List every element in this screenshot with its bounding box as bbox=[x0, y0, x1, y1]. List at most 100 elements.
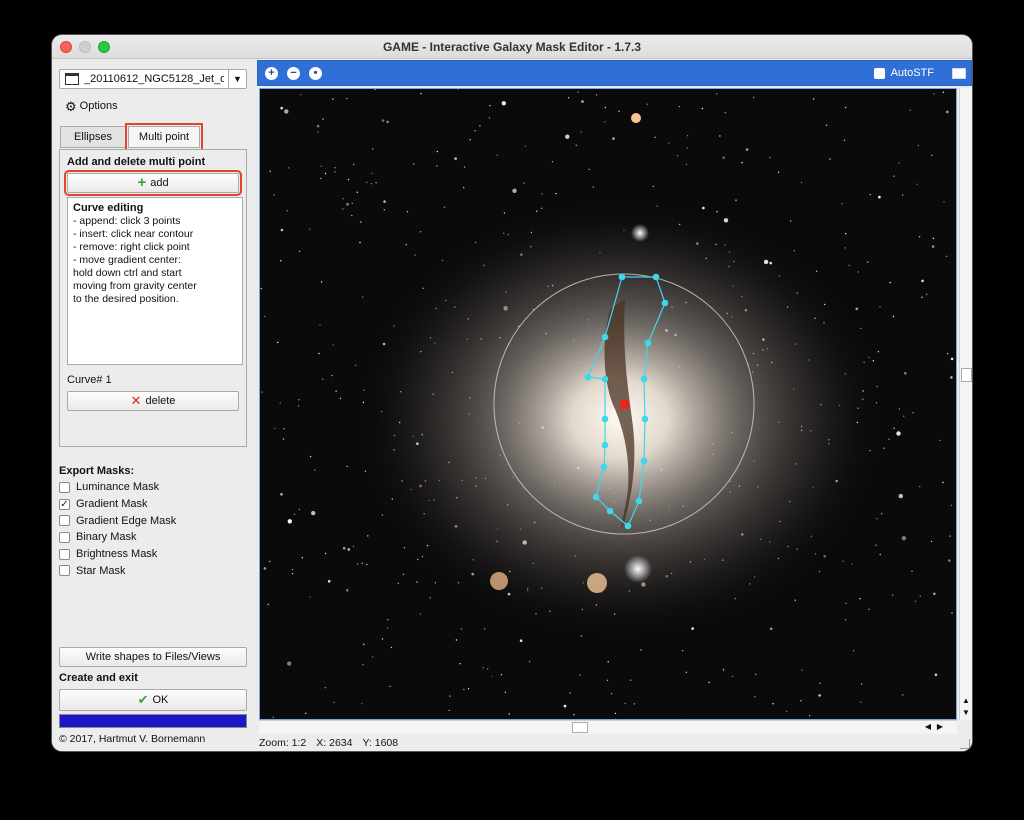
contour-control-point[interactable] bbox=[601, 333, 609, 341]
contour-control-point[interactable] bbox=[601, 441, 609, 449]
star bbox=[331, 374, 333, 377]
tab-multi-point[interactable]: Multi point bbox=[125, 123, 203, 151]
contour-control-point[interactable] bbox=[606, 507, 614, 515]
mask-option-luminance[interactable]: Luminance Mask bbox=[59, 479, 176, 496]
galaxy-image[interactable] bbox=[260, 89, 957, 720]
contour-control-point[interactable] bbox=[652, 273, 660, 281]
add-button[interactable]: + add bbox=[64, 170, 242, 196]
checkbox[interactable] bbox=[59, 548, 70, 560]
mask-option-binary[interactable]: Binary Mask bbox=[59, 529, 176, 546]
control-panel: _20110612_NGC5128_Jet_do ▼ ⚙ Options Ell… bbox=[52, 60, 256, 751]
star bbox=[752, 96, 755, 99]
contour-control-point[interactable] bbox=[644, 339, 652, 347]
image-selector[interactable]: _20110612_NGC5128_Jet_do ▼ bbox=[59, 69, 247, 89]
checkbox[interactable]: ✓ bbox=[59, 498, 70, 510]
window-icon bbox=[65, 73, 79, 85]
mask-option-gradient-edge[interactable]: Gradient Edge Mask bbox=[59, 512, 176, 529]
contour-control-point[interactable] bbox=[640, 457, 648, 465]
scroll-down-icon[interactable]: ▼ bbox=[962, 708, 970, 717]
star bbox=[284, 109, 289, 114]
star bbox=[808, 714, 811, 717]
scroll-right-icon[interactable]: ▶ bbox=[937, 722, 943, 731]
zoom-in-icon[interactable]: + bbox=[265, 67, 278, 80]
contour-control-point[interactable] bbox=[601, 415, 609, 423]
star bbox=[264, 315, 266, 318]
star bbox=[333, 701, 335, 704]
star bbox=[443, 206, 446, 208]
tab-ellipses[interactable]: Ellipses bbox=[60, 126, 126, 148]
vertical-scroll-thumb[interactable] bbox=[961, 368, 972, 382]
ok-button[interactable]: ✔ OK bbox=[59, 689, 247, 711]
window-mode-icon[interactable] bbox=[952, 68, 966, 79]
mask-option-star[interactable]: Star Mask bbox=[59, 562, 176, 579]
star bbox=[356, 563, 359, 565]
resize-grip[interactable] bbox=[960, 739, 970, 749]
vertical-scrollbar[interactable]: ▲ ▼ bbox=[959, 88, 972, 720]
star bbox=[282, 438, 285, 440]
star bbox=[463, 186, 465, 189]
zoom-fit-icon[interactable]: • bbox=[309, 67, 322, 80]
mask-option-gradient[interactable]: ✓ Gradient Mask bbox=[59, 496, 176, 513]
star bbox=[769, 156, 771, 159]
export-mask-list: Luminance Mask ✓ Gradient Mask Gradient … bbox=[59, 479, 176, 579]
star bbox=[878, 195, 881, 199]
help-line: - insert: click near contour bbox=[73, 228, 194, 240]
star bbox=[860, 683, 863, 685]
gradient-center-marker[interactable] bbox=[620, 400, 629, 409]
contour-control-point[interactable] bbox=[584, 373, 592, 381]
delete-button[interactable]: ✕ delete bbox=[67, 391, 239, 411]
checkbox[interactable] bbox=[59, 565, 70, 577]
star bbox=[261, 391, 263, 393]
star bbox=[573, 714, 575, 716]
contour-control-point[interactable] bbox=[600, 463, 608, 471]
star bbox=[372, 148, 374, 150]
star bbox=[933, 93, 935, 95]
checkbox[interactable] bbox=[59, 531, 70, 543]
contour-control-point[interactable] bbox=[624, 522, 632, 530]
star bbox=[843, 139, 846, 141]
star bbox=[386, 627, 389, 629]
star bbox=[790, 220, 792, 222]
star bbox=[844, 247, 846, 249]
scroll-up-icon[interactable]: ▲ bbox=[962, 696, 970, 705]
star bbox=[459, 663, 461, 665]
contour-control-point[interactable] bbox=[635, 497, 643, 505]
star bbox=[772, 703, 774, 705]
autostf-checkbox[interactable] bbox=[873, 67, 885, 79]
star bbox=[685, 671, 688, 673]
star bbox=[618, 110, 620, 112]
contour-control-point[interactable] bbox=[640, 375, 648, 383]
horizontal-scroll-thumb[interactable] bbox=[572, 722, 588, 733]
star bbox=[892, 315, 895, 318]
zoom-out-icon[interactable]: − bbox=[287, 67, 300, 80]
status-bar: Zoom: 1:2 X: 2634 Y: 1608 bbox=[259, 737, 969, 751]
contour-control-point[interactable] bbox=[601, 375, 609, 383]
mask-option-brightness[interactable]: Brightness Mask bbox=[59, 546, 176, 563]
checkbox[interactable] bbox=[59, 515, 70, 527]
star bbox=[903, 415, 905, 417]
horizontal-scrollbar[interactable]: ◀ ▶ bbox=[259, 720, 957, 734]
star bbox=[523, 182, 525, 184]
star bbox=[387, 619, 389, 621]
star bbox=[317, 131, 319, 133]
star bbox=[914, 600, 917, 602]
contour-control-point[interactable] bbox=[641, 415, 649, 423]
contour-control-point[interactable] bbox=[661, 299, 669, 307]
star bbox=[607, 661, 609, 663]
image-canvas[interactable] bbox=[259, 88, 957, 720]
autostf-toggle[interactable]: AutoSTF bbox=[873, 67, 934, 79]
chevron-down-icon[interactable]: ▼ bbox=[228, 70, 246, 88]
star bbox=[745, 148, 749, 151]
contour-control-point[interactable] bbox=[592, 493, 600, 501]
bright-star bbox=[631, 113, 641, 123]
star bbox=[300, 93, 302, 96]
checkbox[interactable] bbox=[59, 481, 70, 493]
star bbox=[916, 183, 918, 185]
write-shapes-button[interactable]: Write shapes to Files/Views bbox=[59, 647, 247, 667]
star bbox=[794, 599, 796, 601]
options-button[interactable]: ⚙ Options bbox=[65, 98, 118, 114]
star bbox=[293, 513, 296, 515]
contour-control-point[interactable] bbox=[618, 273, 626, 281]
scroll-left-icon[interactable]: ◀ bbox=[925, 722, 931, 731]
star bbox=[402, 573, 405, 575]
